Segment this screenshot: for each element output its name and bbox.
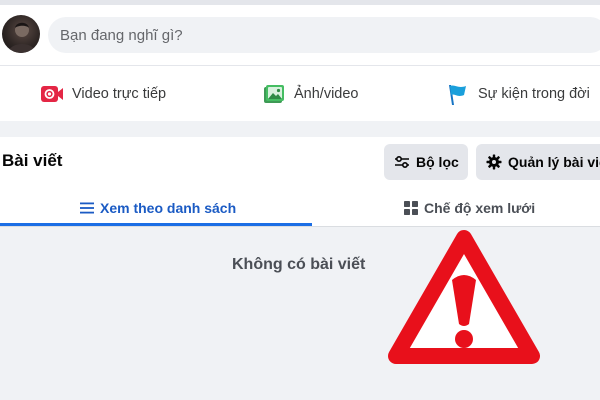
life-event-label: Sự kiện trong đời (478, 86, 590, 102)
photo-video-button[interactable]: Ảnh/video (262, 79, 359, 109)
life-event-button[interactable]: Sự kiện trong đời (446, 79, 590, 109)
gear-icon (486, 154, 502, 170)
tab-grid-view[interactable]: Chế độ xem lưới (404, 195, 535, 221)
composer-input[interactable]: Bạn đang nghĩ gì? (48, 17, 600, 53)
photo-video-label: Ảnh/video (294, 86, 359, 102)
avatar[interactable] (2, 15, 40, 53)
divider (0, 226, 600, 227)
tab-list-label: Xem theo danh sách (100, 200, 237, 216)
page-title: Bài viết (2, 151, 63, 170)
live-video-icon (41, 86, 63, 102)
avatar-photo (8, 22, 36, 53)
manage-posts-label: Quản lý bài viết (508, 154, 600, 170)
filter-button[interactable]: Bộ lọc (384, 144, 468, 180)
manage-posts-button[interactable]: Quản lý bài viết (476, 144, 600, 180)
photo-icon (264, 85, 284, 103)
warning-triangle-icon (388, 230, 540, 364)
sliders-icon (395, 155, 409, 169)
divider (0, 65, 600, 66)
empty-state-message: Không có bài viết (232, 256, 366, 273)
flag-icon (449, 85, 466, 105)
live-video-label: Video trực tiếp (72, 86, 167, 102)
tab-list-view[interactable]: Xem theo danh sách (80, 195, 236, 221)
grid-icon (404, 201, 418, 215)
post-composer: Bạn đang nghĩ gì? Video trực tiếp Ảnh/vi… (0, 5, 600, 121)
list-icon (80, 202, 94, 214)
composer-placeholder: Bạn đang nghĩ gì? (60, 26, 183, 44)
posts-section: Bài viết Bộ lọc Quản lý bài viết (0, 137, 600, 227)
filter-label: Bộ lọc (416, 154, 459, 170)
tab-grid-label: Chế độ xem lưới (424, 200, 536, 216)
live-video-button[interactable]: Video trực tiếp (40, 79, 166, 109)
